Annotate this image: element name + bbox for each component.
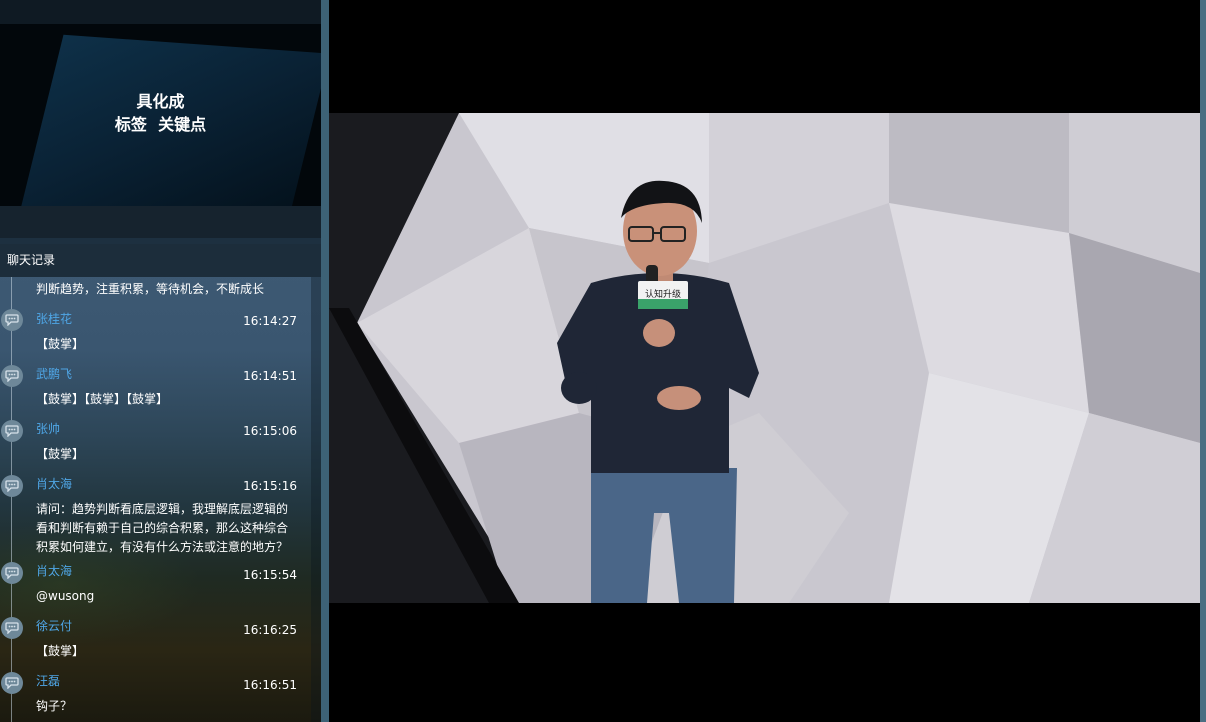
chat-username[interactable]: 徐云付 — [36, 618, 72, 634]
chat-message-text: 钩子？ — [36, 699, 73, 713]
chat-message-text: 【鼓掌】 — [36, 337, 85, 351]
chat-message-text: 【鼓掌】 — [36, 644, 85, 658]
chat-header: 聊天记录 — [0, 244, 321, 277]
chat-timestamp: 16:14:51 — [243, 369, 297, 383]
chat-messages[interactable]: 判断趋势，注重积累，等待机会，不断成长 张桂花 16:14:27 【鼓掌】 武鹏… — [0, 277, 321, 722]
slide-line-2: 标签 关键点 — [114, 115, 207, 134]
mic-label: 认知升级 — [645, 288, 681, 300]
chat-message-text: 【鼓掌】 — [36, 447, 85, 461]
chat-timestamp: 16:16:51 — [243, 678, 297, 692]
stage-scene: 认知升级 — [329, 113, 1200, 603]
chat-bubble-icon — [1, 365, 23, 387]
timeline-line — [11, 277, 12, 722]
slide-preview[interactable]: 具化成 标签 关键点 — [0, 24, 321, 206]
left-panel: 具化成 标签 关键点 聊天记录 判断趋势，注重积累，等待机会，不断成长 张桂花 … — [0, 0, 329, 722]
chat-username[interactable]: 汪磊 — [36, 673, 60, 689]
column-divider — [321, 0, 329, 722]
slide-line-1: 具化成 — [136, 92, 185, 111]
chat-bubble-icon — [1, 475, 23, 497]
chat-bubble-icon — [1, 672, 23, 694]
chat-username[interactable]: 武鹏飞 — [36, 366, 72, 382]
slide-text: 具化成 标签 关键点 — [0, 90, 321, 136]
chat-message-text: 判断趋势，注重积累，等待机会，不断成长 — [36, 282, 265, 296]
slide-top-bar — [0, 0, 321, 24]
video-player[interactable]: 认知升级 — [329, 0, 1200, 722]
chat-timestamp: 16:15:54 — [243, 568, 297, 582]
video-frame: 认知升级 — [329, 113, 1200, 603]
chat-scrollbar[interactable] — [311, 277, 321, 722]
chat-message-text: @wusong — [36, 589, 95, 603]
chat-username[interactable]: 肖太海 — [36, 563, 72, 579]
chat-bubble-icon — [1, 309, 23, 331]
chat-timestamp: 16:14:27 — [243, 314, 297, 328]
chat-timestamp: 16:16:25 — [243, 623, 297, 637]
chat-bubble-icon — [1, 617, 23, 639]
chat-bubble-icon — [1, 562, 23, 584]
chat-bubble-icon — [1, 420, 23, 442]
chat-username[interactable]: 张桂花 — [36, 311, 72, 327]
chat-timestamp: 16:15:06 — [243, 424, 297, 438]
chat-username[interactable]: 肖太海 — [36, 476, 72, 492]
chat-panel: 聊天记录 判断趋势，注重积累，等待机会，不断成长 张桂花 16:14:27 【鼓… — [0, 244, 321, 722]
chat-timestamp: 16:15:16 — [243, 479, 297, 493]
chat-username[interactable]: 张帅 — [36, 421, 60, 437]
right-edge-bar — [1200, 0, 1206, 722]
slide-bottom-bar — [0, 206, 321, 238]
chat-message-text: 【鼓掌】【鼓掌】【鼓掌】 — [36, 392, 169, 406]
chat-message-text: 请问：趋势判断看底层逻辑，我理解底层逻辑的 看和判断有赖于自己的综合积累，那么这… — [36, 502, 289, 554]
